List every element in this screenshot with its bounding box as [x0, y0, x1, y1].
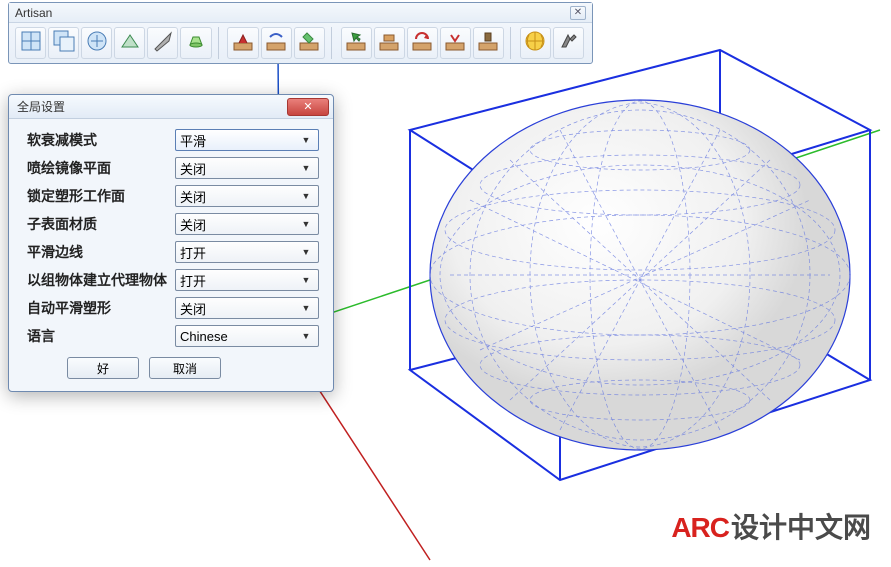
- select-button[interactable]: [341, 27, 372, 59]
- rotate-button[interactable]: [407, 27, 438, 59]
- setting-label: 锁定塑形工作面: [27, 186, 175, 206]
- chevron-down-icon: ▼: [298, 328, 314, 344]
- smooth-brush-icon: [264, 29, 288, 58]
- toolbar-close-button[interactable]: ✕: [570, 6, 586, 20]
- toolbar-separator: [218, 27, 224, 59]
- crease-icon: [118, 29, 142, 58]
- setting-row: 自动平滑塑形关闭 ▼: [27, 297, 319, 319]
- dialog-title: 全局设置: [17, 98, 65, 115]
- dropdown-value: Chinese: [180, 329, 228, 344]
- chevron-down-icon: ▼: [298, 272, 314, 288]
- knife-button[interactable]: [147, 27, 178, 59]
- setting-row: 语言 Chinese ▼: [27, 325, 319, 347]
- smooth-brush-button[interactable]: [261, 27, 292, 59]
- subdivide-icon: [19, 29, 43, 58]
- watermark-text: 设计中文网: [731, 506, 871, 546]
- chevron-down-icon: ▼: [298, 300, 314, 316]
- crease-button[interactable]: [114, 27, 145, 59]
- extrude-button[interactable]: [180, 27, 211, 59]
- flatten-button[interactable]: [374, 27, 405, 59]
- rotate-icon: [410, 29, 434, 58]
- setting-dropdown[interactable]: 关闭 ▼: [175, 185, 319, 207]
- dropdown-value: 关闭: [180, 299, 206, 318]
- setting-row: 喷绘镜像平面关闭 ▼: [27, 157, 319, 179]
- dropdown-value: 关闭: [180, 187, 206, 206]
- setting-label: 平滑边线: [27, 242, 175, 262]
- dropdown-value: 打开: [180, 271, 206, 290]
- setting-label: 以组物体建立代理物体: [27, 270, 175, 290]
- setting-label: 子表面材质: [27, 214, 175, 234]
- stamp-button[interactable]: [473, 27, 504, 59]
- setting-dropdown[interactable]: Chinese ▼: [175, 325, 319, 347]
- global-settings-dialog: 全局设置 ✕ 软衰减模式平滑▼喷绘镜像平面关闭▼锁定塑形工作面关闭▼子表面材质关…: [8, 94, 334, 392]
- setting-dropdown[interactable]: 打开 ▼: [175, 241, 319, 263]
- chevron-down-icon: ▼: [298, 244, 314, 260]
- setting-row: 锁定塑形工作面关闭 ▼: [27, 185, 319, 207]
- dialog-close-button[interactable]: ✕: [287, 98, 329, 116]
- settings-button[interactable]: [553, 27, 584, 59]
- flatten-icon: [377, 29, 401, 58]
- sculpt-button[interactable]: [227, 27, 258, 59]
- dropdown-value: 平滑: [180, 131, 206, 150]
- toolbar-title: Artisan: [15, 6, 52, 20]
- toolbar-separator: [510, 27, 516, 59]
- dropdown-value: 关闭: [180, 159, 206, 178]
- setting-label: 自动平滑塑形: [27, 298, 175, 318]
- chevron-down-icon: ▼: [298, 160, 314, 176]
- dropdown-value: 关闭: [180, 215, 206, 234]
- toolbar-separator: [331, 27, 337, 59]
- ok-button[interactable]: 好: [67, 357, 139, 379]
- chevron-down-icon: ▼: [298, 132, 314, 148]
- setting-dropdown[interactable]: 平滑 ▼: [175, 129, 319, 151]
- globe-button[interactable]: [520, 27, 551, 59]
- chevron-down-icon: ▼: [298, 188, 314, 204]
- settings-icon: [556, 29, 580, 58]
- stamp-icon: [476, 29, 500, 58]
- globe-icon: [523, 29, 547, 58]
- subdivide-button[interactable]: [15, 27, 46, 59]
- setting-dropdown[interactable]: 关闭 ▼: [175, 157, 319, 179]
- subdivide-group-icon: [52, 29, 76, 58]
- knife-icon: [151, 29, 175, 58]
- setting-row: 软衰减模式平滑 ▼: [27, 129, 319, 151]
- setting-row: 平滑边线打开 ▼: [27, 241, 319, 263]
- setting-label: 喷绘镜像平面: [27, 158, 175, 178]
- subdivide-group-button[interactable]: [48, 27, 79, 59]
- paint-button[interactable]: [294, 27, 325, 59]
- watermark: ARC 设计中文网: [671, 506, 871, 546]
- paint-icon: [297, 29, 321, 58]
- artisan-toolbar: Artisan ✕: [8, 2, 593, 64]
- select-icon: [344, 29, 368, 58]
- setting-label: 软衰减模式: [27, 130, 175, 150]
- setting-dropdown[interactable]: 打开 ▼: [175, 269, 319, 291]
- extrude-icon: [184, 29, 208, 58]
- cancel-button[interactable]: 取消: [149, 357, 221, 379]
- pinch-icon: [443, 29, 467, 58]
- setting-dropdown[interactable]: 关闭 ▼: [175, 213, 319, 235]
- setting-row: 子表面材质关闭 ▼: [27, 213, 319, 235]
- unsmooth-icon: [85, 29, 109, 58]
- setting-label: 语言: [27, 326, 175, 346]
- chevron-down-icon: ▼: [298, 216, 314, 232]
- setting-dropdown[interactable]: 关闭 ▼: [175, 297, 319, 319]
- watermark-logo: ARC: [671, 512, 729, 544]
- sculpt-icon: [231, 29, 255, 58]
- unsmooth-button[interactable]: [81, 27, 112, 59]
- pinch-button[interactable]: [440, 27, 471, 59]
- setting-row: 以组物体建立代理物体打开 ▼: [27, 269, 319, 291]
- dropdown-value: 打开: [180, 243, 206, 262]
